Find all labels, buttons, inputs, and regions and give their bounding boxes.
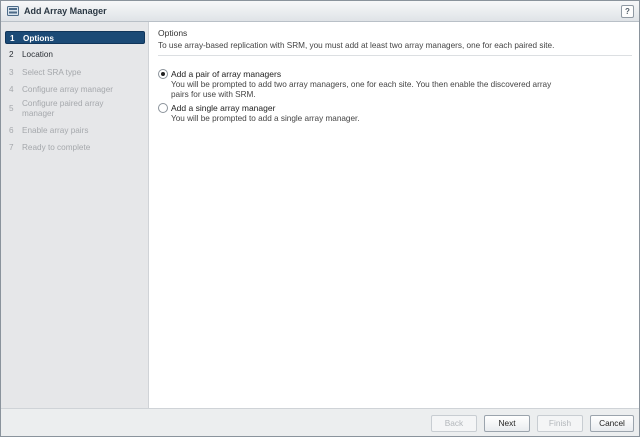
step-label: Configure array manager — [22, 85, 114, 94]
divider — [158, 55, 632, 56]
step-number: 5 — [9, 104, 14, 113]
option-description: You will be prompted to add a single arr… — [171, 114, 360, 123]
add-array-manager-dialog: Add Array Manager ? 1 Options 2 Location… — [0, 0, 640, 437]
step-number: 1 — [10, 34, 15, 43]
step-label: Location — [22, 50, 53, 59]
option-label: Add a single array manager — [171, 103, 276, 113]
step-configure-array-manager: 4 Configure array manager — [5, 83, 145, 96]
step-number: 3 — [9, 68, 14, 77]
step-label: Enable array pairs — [22, 126, 89, 135]
step-location[interactable]: 2 Location — [5, 48, 145, 61]
cancel-button[interactable]: Cancel — [590, 415, 634, 432]
step-configure-paired-array-manager: 5 Configure paired array manager — [5, 99, 115, 119]
step-options[interactable]: 1 Options — [5, 31, 145, 44]
wizard-footer: Back Next Finish Cancel — [1, 408, 639, 436]
wizard-steps-sidebar: 1 Options 2 Location 3 Select SRA type 4… — [1, 22, 149, 408]
array-manager-icon — [7, 6, 19, 16]
step-number: 4 — [9, 85, 14, 94]
step-ready-to-complete: 7 Ready to complete — [5, 141, 145, 154]
step-label: Options — [23, 34, 54, 43]
title-bar: Add Array Manager ? — [1, 1, 639, 22]
option-label: Add a pair of array managers — [171, 69, 282, 79]
step-number: 2 — [9, 50, 14, 59]
step-number: 6 — [9, 126, 14, 135]
wizard-content: Options To use array-based replication w… — [150, 22, 639, 408]
step-number: 7 — [9, 143, 14, 152]
back-button[interactable]: Back — [431, 415, 477, 432]
step-label: Select SRA type — [22, 68, 82, 77]
finish-button[interactable]: Finish — [537, 415, 583, 432]
page-description: To use array-based replication with SRM,… — [158, 41, 555, 50]
page-title: Options — [158, 28, 188, 38]
dialog-title: Add Array Manager — [24, 6, 107, 16]
step-select-sra-type: 3 Select SRA type — [5, 66, 145, 79]
option-single-array-manager[interactable]: Add a single array manager You will be p… — [158, 103, 578, 127]
next-button[interactable]: Next — [484, 415, 530, 432]
option-pair-of-array-managers[interactable]: Add a pair of array managers You will be… — [158, 69, 578, 105]
step-label: Configure paired array manager — [22, 99, 104, 118]
step-enable-array-pairs: 6 Enable array pairs — [5, 124, 145, 137]
radio-single-array-manager[interactable] — [158, 103, 168, 113]
step-label: Ready to complete — [22, 143, 91, 152]
help-button[interactable]: ? — [621, 5, 634, 18]
radio-pair-of-array-managers[interactable] — [158, 69, 168, 79]
option-description: You will be prompted to add two array ma… — [171, 80, 552, 99]
